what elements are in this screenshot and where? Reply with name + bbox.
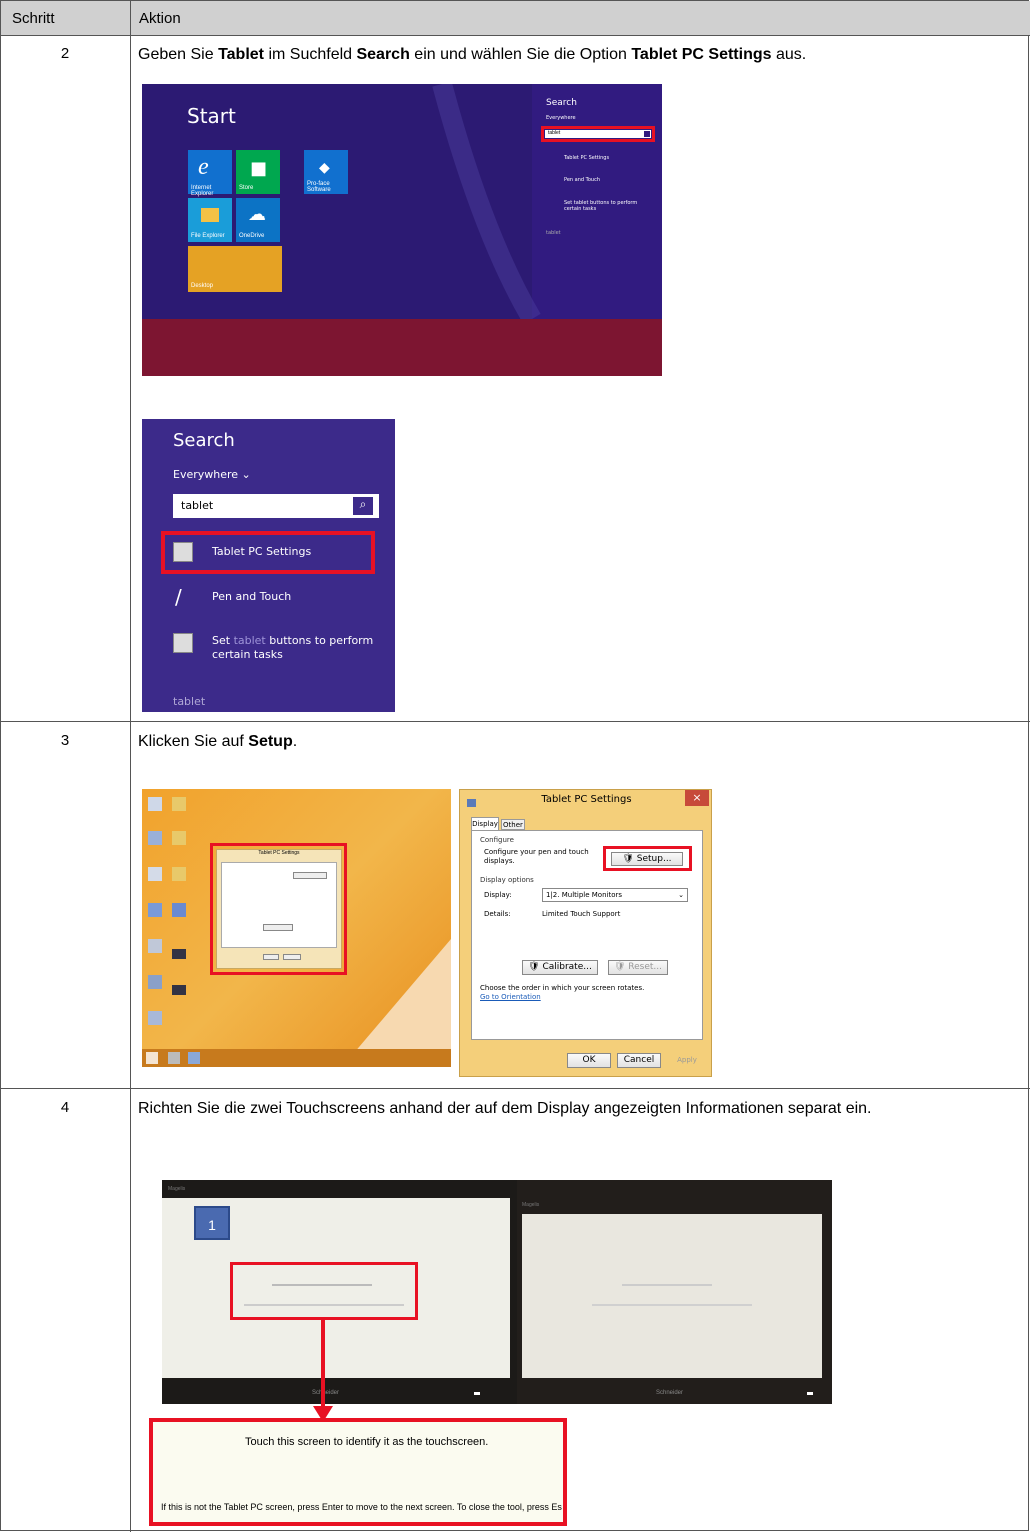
chevron-down-icon: ⌄ xyxy=(241,468,251,481)
mini-dialog: Tablet PC Settings xyxy=(216,849,342,969)
setup-button[interactable]: 🛡 Setup... xyxy=(611,852,683,866)
close-button[interactable]: × xyxy=(685,790,709,806)
screen-number-badge: 1 xyxy=(194,1206,230,1240)
search-pane-zoom: Search Everywhere ⌄ tablet ⌕ Tablet PC S… xyxy=(142,419,395,712)
recycle-bin-icon[interactable] xyxy=(148,797,162,811)
callout-line-2: If this is not the Tablet PC screen, pre… xyxy=(161,1502,562,1512)
monitors-photo: Magelis 1 Schneider Magelis Schneider xyxy=(162,1180,832,1404)
tab-display[interactable]: Display xyxy=(471,817,499,830)
display-options-heading: Display options xyxy=(480,876,534,884)
header-action: Aktion xyxy=(139,10,181,27)
header-step: Schritt xyxy=(12,10,55,27)
zoom-scope[interactable]: Everywhere ⌄ xyxy=(173,468,251,481)
orientation-link[interactable]: Go to Orientation xyxy=(480,993,541,1001)
search-icon[interactable]: ⌕ xyxy=(351,495,375,517)
details-value: Limited Touch Support xyxy=(542,910,621,918)
folder-icon[interactable] xyxy=(172,867,186,881)
desktop-shortcut-icon[interactable] xyxy=(148,975,162,989)
zoom-footer: tablet xyxy=(173,695,206,708)
zoom-search-title: Search xyxy=(173,430,235,451)
table-header: Schritt Aktion xyxy=(1,1,1030,36)
zoom-search-input[interactable]: tablet xyxy=(173,494,379,518)
screen-text-blur xyxy=(592,1304,752,1306)
tablet-pc-settings-dialog: Tablet PC Settings × Display Other Confi… xyxy=(459,789,712,1077)
ok-button[interactable]: OK xyxy=(567,1053,611,1068)
shield-icon: 🛡 xyxy=(613,962,626,972)
callout-box: Touch this screen to identify it as the … xyxy=(149,1418,567,1526)
cancel-button[interactable]: Cancel xyxy=(617,1053,661,1068)
power-led xyxy=(807,1392,813,1395)
shield-icon: 🛡 xyxy=(622,854,634,864)
column-divider xyxy=(130,1,131,1532)
configure-text: Configure your pen and touch displays. xyxy=(484,848,589,865)
dropbox-icon[interactable] xyxy=(172,797,186,811)
row-divider xyxy=(1,721,1030,722)
desktop-shortcut-icon[interactable] xyxy=(148,1011,162,1025)
chevron-down-icon: ⌄ xyxy=(678,891,684,899)
taskbar-app-icon[interactable] xyxy=(168,1052,180,1064)
calibrate-button[interactable]: 🛡 Calibrate... xyxy=(522,960,598,975)
taskbar-app-icon[interactable] xyxy=(188,1052,200,1064)
mini-cancel-button[interactable] xyxy=(283,954,301,960)
left-brand: Magelis xyxy=(168,1186,186,1192)
taskbar-area xyxy=(142,319,662,376)
step-number: 4 xyxy=(60,1099,70,1116)
folder-icon[interactable] xyxy=(172,831,186,845)
shield-icon: 🛡 xyxy=(528,962,540,972)
apply-button[interactable]: Apply xyxy=(667,1053,707,1068)
step-number: 2 xyxy=(60,45,70,62)
mini-calibrate-button[interactable] xyxy=(263,924,293,931)
reset-button[interactable]: 🛡 Reset... xyxy=(608,960,668,975)
display-select[interactable]: 1|2. Multiple Monitors ⌄ xyxy=(542,888,688,902)
screen-text-blur xyxy=(244,1304,404,1306)
windows-start-icon[interactable] xyxy=(146,1052,158,1064)
right-bezel-logo: Schneider xyxy=(656,1390,684,1396)
tablet-buttons-icon xyxy=(173,633,193,653)
step-instruction: Geben Sie Tablet im Suchfeld Search ein … xyxy=(138,46,807,63)
callout-line-1: Touch this screen to identify it as the … xyxy=(245,1436,489,1448)
monitor-icon[interactable] xyxy=(172,949,186,959)
start-screen-screenshot: Start e Internet Explorer ■ Store ◆ Pro-fac… xyxy=(142,84,662,376)
tablet-settings-icon xyxy=(173,542,193,562)
display-label: Display: xyxy=(484,891,512,899)
screen-text-blur xyxy=(272,1284,372,1286)
details-label: Details: xyxy=(484,910,511,918)
screen-text-highlight xyxy=(230,1262,418,1320)
monitor-icon[interactable] xyxy=(172,985,186,995)
step-instruction: Richten Sie die zwei Touchscreens anhand… xyxy=(138,1100,872,1117)
pen-icon: / xyxy=(175,585,182,609)
procedure-table: Schritt Aktion 2 Geben Sie Tablet im Suc… xyxy=(0,0,1030,1532)
mini-dialog-title: Tablet PC Settings xyxy=(258,850,300,856)
step-number: 3 xyxy=(60,732,70,749)
screen-text-blur xyxy=(622,1284,712,1286)
zoom-result-tablet-pc[interactable]: Tablet PC Settings xyxy=(212,545,311,558)
power-led xyxy=(474,1392,480,1395)
step-instruction: Klicken Sie auf Setup. xyxy=(138,733,298,750)
desktop-shortcut-icon[interactable] xyxy=(148,939,162,953)
configure-heading: Configure xyxy=(480,836,514,844)
dialog-title: Tablet PC Settings xyxy=(541,794,632,805)
mini-setup-button[interactable] xyxy=(293,872,327,879)
zoom-result-tablet-buttons[interactable]: Set tablet buttons to perform certain tas… xyxy=(212,634,373,662)
desktop-shortcut-icon[interactable] xyxy=(148,903,162,917)
desktop-shortcut-icon[interactable] xyxy=(148,867,162,881)
orientation-text: Choose the order in which your screen ro… xyxy=(480,984,645,992)
callout-arrow xyxy=(313,1318,333,1422)
mini-ok-button[interactable] xyxy=(263,954,279,960)
desktop-shortcut-icon[interactable] xyxy=(148,831,162,845)
right-brand: Magelis xyxy=(522,1202,540,1208)
desktop-screenshot: Tablet PC Settings xyxy=(142,789,451,1067)
zoom-result-pen-touch[interactable]: Pen and Touch xyxy=(212,590,291,603)
row-divider xyxy=(1,1088,1030,1089)
tab-other[interactable]: Other xyxy=(501,819,525,830)
right-screen xyxy=(522,1214,822,1378)
desktop-shortcut-icon[interactable] xyxy=(172,903,186,917)
swirl-decoration xyxy=(432,84,541,319)
